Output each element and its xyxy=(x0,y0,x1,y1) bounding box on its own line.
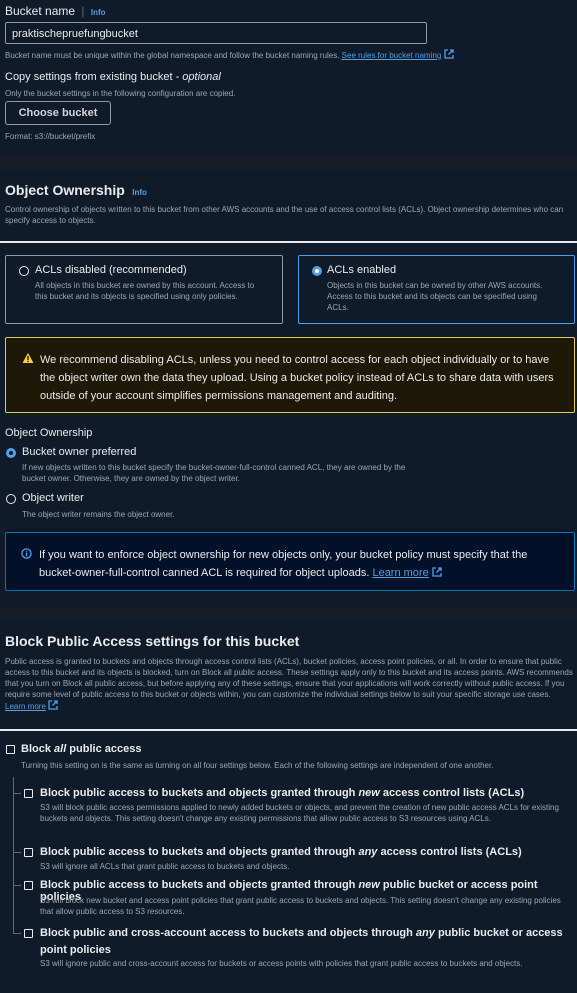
divider xyxy=(0,729,577,731)
block-any-policies-description: S3 will ignore public and cross-account … xyxy=(40,959,523,968)
block-new-policies-checkbox[interactable] xyxy=(24,881,33,890)
info-circle-icon xyxy=(21,548,32,559)
external-link-icon xyxy=(443,49,454,59)
block-public-access-learn-more-link[interactable]: Learn more xyxy=(5,702,46,711)
acls-enabled-card[interactable]: ACLs enabled Objects in this bucket can … xyxy=(298,255,575,324)
bucket-name-help: Bucket name must be unique within the gl… xyxy=(5,49,575,61)
object-ownership-title: Object Ownership xyxy=(5,182,125,198)
acls-disabled-card[interactable]: ACLs disabled (recommended) All objects … xyxy=(5,255,283,324)
block-all-public-access-description: Turning this setting on is the same as t… xyxy=(21,761,494,770)
object-ownership-sublabel: Object Ownership xyxy=(5,427,93,439)
bucket-owner-preferred-description: If new objects written to this bucket sp… xyxy=(22,463,406,483)
object-writer-label[interactable]: Object writer xyxy=(22,492,84,504)
block-all-public-access-checkbox[interactable] xyxy=(6,745,15,754)
external-link-icon xyxy=(432,567,442,577)
acls-enabled-label: ACLs enabled xyxy=(327,264,397,276)
section-separator xyxy=(0,157,577,170)
object-ownership-description: Control ownership of objects written to … xyxy=(5,205,564,225)
acls-enabled-radio[interactable] xyxy=(312,266,322,276)
acls-disabled-description: All objects in this bucket are owned by … xyxy=(35,281,255,301)
block-all-public-access-label[interactable]: Block all public access xyxy=(21,743,141,755)
tree-branch xyxy=(13,852,21,853)
tree-branch xyxy=(13,933,21,934)
tree-branch xyxy=(13,885,21,886)
block-new-acls-checkbox[interactable] xyxy=(24,789,33,798)
copy-settings-label: Copy settings from existing bucket - opt… xyxy=(5,71,221,83)
bucket-owner-preferred-radio[interactable] xyxy=(6,448,16,458)
acls-enabled-description: Objects in this bucket can be owned by o… xyxy=(327,281,543,312)
tree-line xyxy=(13,777,14,934)
bucket-name-info-link[interactable]: Info xyxy=(91,8,106,17)
block-any-acls-label[interactable]: Block public access to buckets and objec… xyxy=(40,846,522,858)
acl-warning-text: We recommend disabling ACLs, unless you … xyxy=(40,354,554,402)
ownership-info-text: If you want to enforce object ownership … xyxy=(39,549,528,579)
block-any-policies-checkbox[interactable] xyxy=(24,929,33,938)
bucket-owner-preferred-label[interactable]: Bucket owner preferred xyxy=(22,446,136,458)
bucket-naming-rules-link[interactable]: See rules for bucket naming xyxy=(342,51,442,60)
acls-disabled-radio[interactable] xyxy=(19,266,29,276)
choose-bucket-button[interactable]: Choose bucket xyxy=(5,101,111,125)
block-any-policies-label[interactable]: Block public and cross-account access to… xyxy=(40,925,570,959)
bucket-name-input[interactable]: praktischepruefungbucket xyxy=(5,22,427,44)
format-hint: Format: s3://bucket/prefix xyxy=(5,132,96,141)
object-ownership-info-link[interactable]: Info xyxy=(132,188,147,197)
block-public-access-description: Public access is granted to buckets and … xyxy=(5,657,573,711)
block-public-access-title: Block Public Access settings for this bu… xyxy=(5,633,300,649)
divider xyxy=(0,241,577,243)
block-new-acls-description: S3 will block public access permissions … xyxy=(40,803,559,823)
block-new-policies-description: S3 will block new bucket and access poin… xyxy=(40,896,561,916)
object-writer-description: The object writer remains the object own… xyxy=(22,510,175,519)
object-ownership-header: Object Ownership Info xyxy=(5,182,147,200)
external-link-icon xyxy=(48,700,58,710)
section-separator xyxy=(0,607,577,620)
tree-branch xyxy=(13,793,21,794)
block-new-acls-label[interactable]: Block public access to buckets and objec… xyxy=(40,787,524,799)
ownership-learn-more-link[interactable]: Learn more xyxy=(372,567,428,579)
warning-icon xyxy=(22,353,34,363)
acl-warning-alert: We recommend disabling ACLs, unless you … xyxy=(5,337,575,413)
ownership-info-alert: If you want to enforce object ownership … xyxy=(5,532,575,591)
copy-settings-description: Only the bucket settings in the followin… xyxy=(5,89,236,98)
acls-disabled-label: ACLs disabled (recommended) xyxy=(35,264,187,276)
block-any-acls-description: S3 will ignore all ACLs that grant publi… xyxy=(40,862,290,871)
block-any-acls-checkbox[interactable] xyxy=(24,848,33,857)
object-writer-radio[interactable] xyxy=(6,494,16,504)
bucket-name-label: Bucket name | Info xyxy=(5,4,106,18)
